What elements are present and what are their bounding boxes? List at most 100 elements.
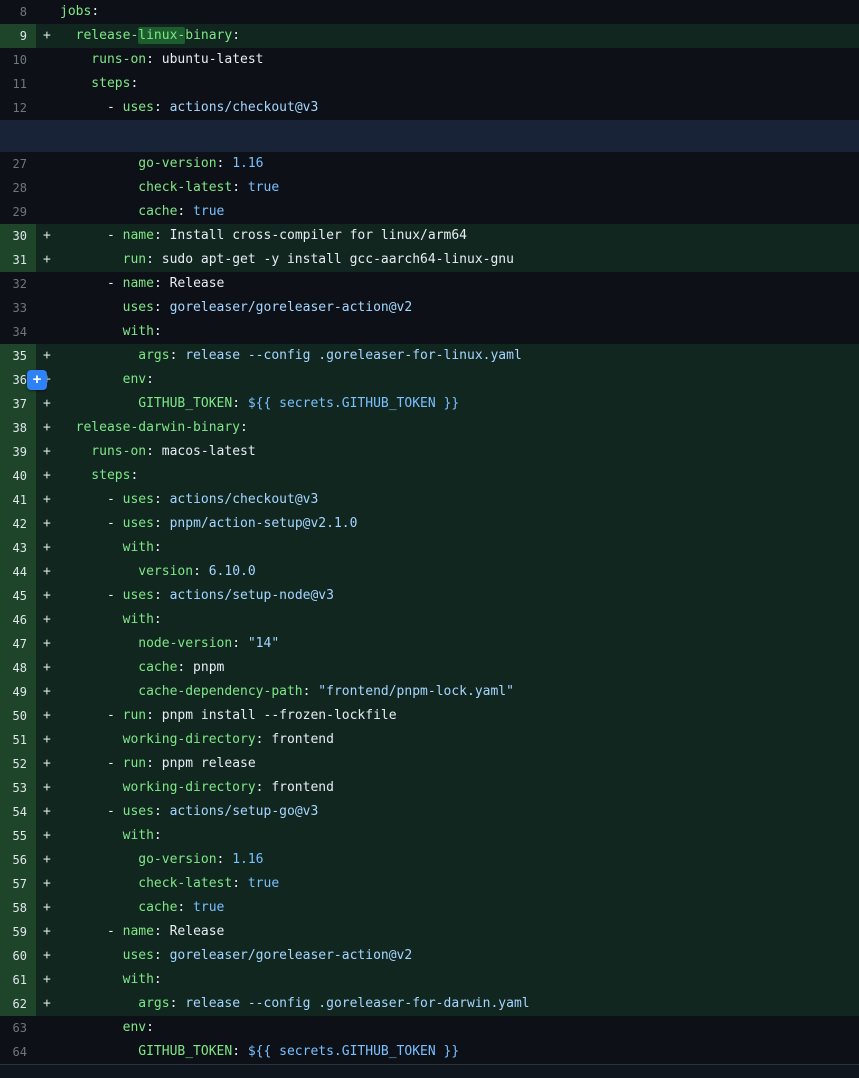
added-line-marker: + (36, 248, 60, 272)
added-line-marker: + (36, 392, 60, 416)
line-number[interactable]: 42 (0, 512, 36, 536)
line-marker (36, 296, 60, 320)
line-number[interactable]: 46 (0, 608, 36, 632)
line-number[interactable]: 33 (0, 296, 36, 320)
yaml-token: : (256, 780, 264, 795)
line-number[interactable]: 9 (0, 24, 36, 48)
added-line-marker: + (36, 920, 60, 944)
code-line: node-version: "14" (60, 632, 279, 656)
line-number[interactable]: 58 (0, 896, 36, 920)
line-number[interactable]: 12 (0, 96, 36, 120)
diff-row-line-58: 58+ cache: true (0, 896, 859, 920)
yaml-token: - (60, 708, 123, 723)
code-line: steps: (60, 464, 138, 488)
yaml-key: args (60, 996, 170, 1011)
yaml-key: env (60, 1020, 146, 1035)
line-number[interactable]: 37 (0, 392, 36, 416)
yaml-token: : (193, 564, 201, 579)
diff-row-line-61: 61+ with: (0, 968, 859, 992)
line-number[interactable]: 53 (0, 776, 36, 800)
line-number[interactable]: 64 (0, 1040, 36, 1064)
line-number[interactable]: 44 (0, 560, 36, 584)
line-marker (36, 320, 60, 344)
yaml-token: true (240, 180, 279, 195)
line-number[interactable]: 34 (0, 320, 36, 344)
line-number[interactable]: 59 (0, 920, 36, 944)
line-number[interactable]: 62 (0, 992, 36, 1016)
line-number[interactable]: 10 (0, 48, 36, 72)
yaml-key: uses (123, 516, 154, 531)
line-number[interactable]: 43 (0, 536, 36, 560)
line-marker (36, 1016, 60, 1040)
add-line-comment-button[interactable]: + (27, 370, 47, 390)
diff-row-line-36: 36+ env:+ (0, 368, 859, 392)
yaml-token: actions/setup-node@v3 (162, 588, 334, 603)
yaml-key: with (60, 324, 154, 339)
yaml-key: GITHUB_TOKEN (60, 1044, 232, 1059)
line-number[interactable]: 39 (0, 440, 36, 464)
line-number[interactable]: 55 (0, 824, 36, 848)
code-line: with: (60, 968, 162, 992)
yaml-token: : (154, 492, 162, 507)
line-number[interactable]: 27 (0, 152, 36, 176)
yaml-key: uses (123, 588, 154, 603)
code-line: steps: (60, 72, 138, 96)
diff-row-line-8: 8jobs: (0, 0, 859, 24)
diff-row-line-51: 51+ working-directory: frontend (0, 728, 859, 752)
hunk-expander-row[interactable] (0, 120, 859, 152)
line-number[interactable]: 28 (0, 176, 36, 200)
line-number[interactable]: 63 (0, 1016, 36, 1040)
line-number[interactable]: 48 (0, 656, 36, 680)
yaml-token: goreleaser/goreleaser-action@v2 (162, 948, 412, 963)
yaml-token: - (60, 804, 123, 819)
line-number[interactable]: 35 (0, 344, 36, 368)
line-number[interactable]: 52 (0, 752, 36, 776)
added-line-marker: + (36, 752, 60, 776)
yaml-token: : (154, 612, 162, 627)
line-marker (36, 152, 60, 176)
code-line: runs-on: macos-latest (60, 440, 256, 464)
yaml-token: actions/checkout@v3 (162, 492, 319, 507)
yaml-token: : (232, 636, 240, 651)
line-number[interactable]: 38 (0, 416, 36, 440)
line-number[interactable]: 51 (0, 728, 36, 752)
yaml-token: : (232, 876, 240, 891)
line-number[interactable]: 60 (0, 944, 36, 968)
line-number[interactable]: 8 (0, 0, 36, 24)
line-number[interactable]: 30 (0, 224, 36, 248)
yaml-token: : (232, 396, 240, 411)
added-line-marker: + (36, 536, 60, 560)
yaml-key: with (60, 828, 154, 843)
yaml-token: : (154, 948, 162, 963)
line-number[interactable]: 31 (0, 248, 36, 272)
yaml-token: : (232, 28, 240, 43)
yaml-token: : (130, 76, 138, 91)
code-line: uses: goreleaser/goreleaser-action@v2 (60, 296, 412, 320)
diff-row-line-45: 45+ - uses: actions/setup-node@v3 (0, 584, 859, 608)
yaml-key: runs-on (60, 52, 146, 67)
line-number[interactable]: 50 (0, 704, 36, 728)
diff-row-line-59: 59+ - name: Release (0, 920, 859, 944)
line-number[interactable]: 29 (0, 200, 36, 224)
yaml-token: : (256, 732, 264, 747)
line-number[interactable]: 61 (0, 968, 36, 992)
line-marker (36, 272, 60, 296)
line-number[interactable]: 49 (0, 680, 36, 704)
line-number[interactable]: 32 (0, 272, 36, 296)
line-number[interactable]: 57 (0, 872, 36, 896)
yaml-token: : (91, 4, 99, 19)
line-number[interactable]: 41 (0, 488, 36, 512)
yaml-token: pnpm release (154, 756, 256, 771)
line-number[interactable]: 47 (0, 632, 36, 656)
line-number[interactable]: 56 (0, 848, 36, 872)
line-number[interactable]: 54 (0, 800, 36, 824)
added-line-marker: + (36, 488, 60, 512)
line-number[interactable]: 45 (0, 584, 36, 608)
line-number[interactable]: 11 (0, 72, 36, 96)
diff-view: 8jobs:9+ release-linux-binary:10 runs-on… (0, 0, 859, 1064)
added-line-marker: + (36, 776, 60, 800)
line-number[interactable]: 40 (0, 464, 36, 488)
yaml-token: : (154, 228, 162, 243)
yaml-key: uses (60, 300, 154, 315)
yaml-token: : (146, 1020, 154, 1035)
